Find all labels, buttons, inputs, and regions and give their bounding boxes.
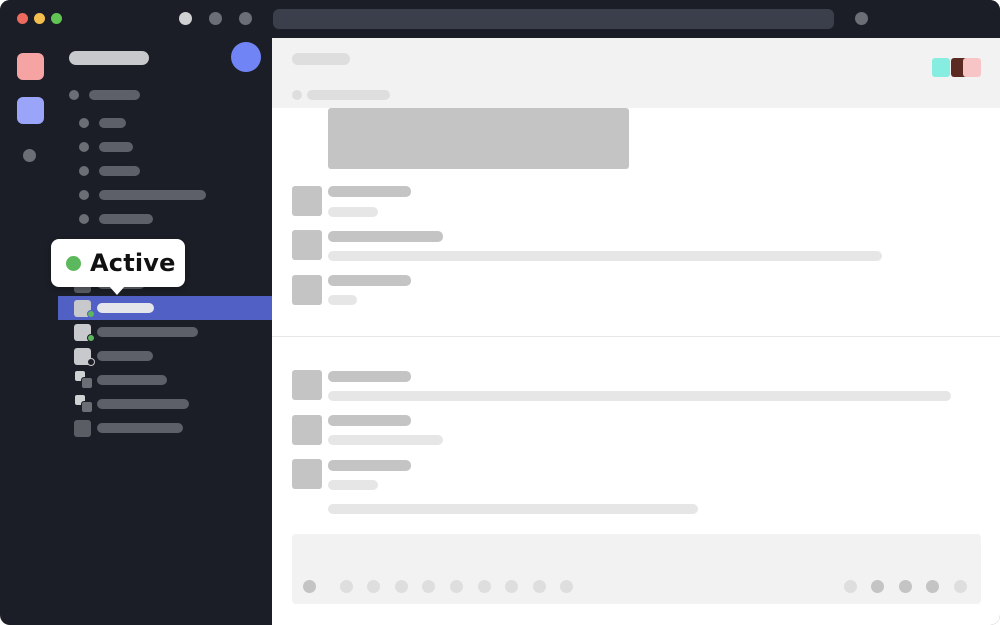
message-text <box>328 504 698 514</box>
message-avatar[interactable] <box>292 275 322 305</box>
channel-title <box>292 53 350 65</box>
main-content <box>272 38 1000 625</box>
dm-label <box>97 375 167 385</box>
format-icon[interactable] <box>560 580 573 593</box>
group-avatar-icon <box>81 401 93 413</box>
format-icon[interactable] <box>340 580 353 593</box>
dm-item-active[interactable] <box>58 296 272 320</box>
plus-icon[interactable] <box>303 580 316 593</box>
message-text <box>328 251 882 261</box>
user-avatar[interactable] <box>231 42 261 72</box>
message-avatar[interactable] <box>292 415 322 445</box>
search-bar[interactable] <box>273 9 834 29</box>
dm-item[interactable] <box>58 344 272 368</box>
message-avatar[interactable] <box>292 459 322 489</box>
online-status-icon <box>87 310 95 318</box>
image-attachment[interactable] <box>328 108 629 169</box>
group-dm-item[interactable] <box>58 368 272 392</box>
group-dm-item[interactable] <box>58 392 272 416</box>
message-text <box>328 295 357 305</box>
message-text <box>328 391 951 401</box>
message-author[interactable] <box>328 415 411 426</box>
nav-back-icon[interactable] <box>179 12 192 25</box>
channel-icon <box>79 166 89 176</box>
group-avatar-icon <box>81 377 93 389</box>
emoji-icon[interactable] <box>899 580 912 593</box>
channel-icon <box>79 142 89 152</box>
dm-avatar <box>74 420 91 437</box>
channel-label <box>99 166 140 176</box>
message-avatar[interactable] <box>292 230 322 260</box>
dm-label <box>97 423 183 433</box>
offline-status-icon <box>87 358 95 366</box>
close-window-button[interactable] <box>17 13 28 24</box>
dm-label <box>97 327 198 337</box>
app-window: Active <box>0 0 1000 625</box>
attach-icon[interactable] <box>926 580 939 593</box>
category-label <box>89 90 140 100</box>
nav-forward-icon[interactable] <box>209 12 222 25</box>
format-icon[interactable] <box>367 580 380 593</box>
help-icon[interactable] <box>855 12 868 25</box>
dm-label <box>97 303 154 313</box>
status-tooltip: Active <box>51 239 185 295</box>
message-author[interactable] <box>328 231 443 242</box>
format-icon[interactable] <box>422 580 435 593</box>
message-avatar[interactable] <box>292 186 322 216</box>
minimize-window-button[interactable] <box>34 13 45 24</box>
dm-item[interactable] <box>58 416 272 440</box>
channel-label <box>99 118 126 128</box>
message-text <box>328 207 378 217</box>
theme-swatch[interactable] <box>932 58 950 77</box>
channel-icon <box>79 214 89 224</box>
channel-label <box>99 190 206 200</box>
divider <box>272 336 1000 337</box>
add-server-icon[interactable] <box>23 149 36 162</box>
message-author[interactable] <box>328 371 411 382</box>
topic-icon <box>292 90 302 100</box>
message-composer[interactable] <box>292 534 981 604</box>
maximize-window-button[interactable] <box>51 13 62 24</box>
dm-item[interactable] <box>58 320 272 344</box>
gif-icon[interactable] <box>844 580 857 593</box>
panel-title <box>69 51 149 65</box>
message-text <box>328 435 443 445</box>
message-text <box>328 480 378 490</box>
message-author[interactable] <box>328 460 411 471</box>
channel-header <box>272 38 1000 108</box>
channel-icon <box>79 190 89 200</box>
channel-label <box>99 214 153 224</box>
format-icon[interactable] <box>505 580 518 593</box>
format-icon[interactable] <box>533 580 546 593</box>
tooltip-label: Active <box>90 249 176 277</box>
channel-topic <box>307 90 390 100</box>
message-author[interactable] <box>328 275 411 286</box>
server-icon-1[interactable] <box>17 53 44 80</box>
format-icon[interactable] <box>478 580 491 593</box>
dm-label <box>97 399 189 409</box>
online-status-icon <box>66 255 81 271</box>
server-icon-2[interactable] <box>17 97 44 124</box>
channel-icon <box>79 118 89 128</box>
message-avatar[interactable] <box>292 370 322 400</box>
history-icon[interactable] <box>239 12 252 25</box>
dm-label <box>97 351 153 361</box>
sticker-icon[interactable] <box>871 580 884 593</box>
theme-swatch[interactable] <box>963 58 981 77</box>
channel-label <box>99 142 133 152</box>
send-icon[interactable] <box>954 580 967 593</box>
message-author[interactable] <box>328 186 411 197</box>
title-bar <box>0 0 1000 38</box>
online-status-icon <box>87 334 95 342</box>
format-icon[interactable] <box>395 580 408 593</box>
collapse-icon <box>69 90 79 100</box>
format-icon[interactable] <box>450 580 463 593</box>
